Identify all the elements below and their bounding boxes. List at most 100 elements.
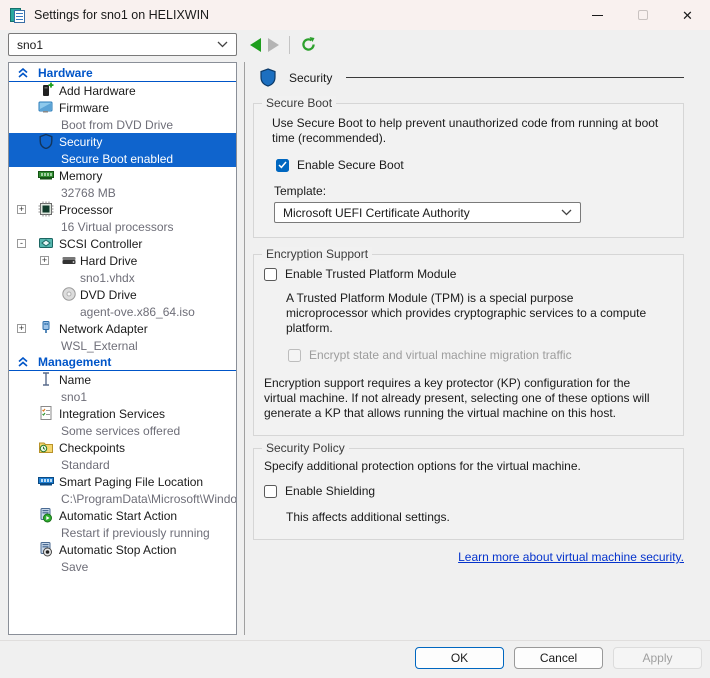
refresh-button[interactable] <box>300 36 317 53</box>
toolbar-separator <box>289 35 290 54</box>
tree-item-automatic-start-action[interactable]: Automatic Start Action <box>9 507 236 524</box>
tree-item-checkpoints[interactable]: Checkpoints <box>9 439 236 456</box>
tree-item-add-hardware[interactable]: Add Hardware <box>9 82 236 99</box>
tree-item-security-subtext[interactable]: Secure Boot enabled <box>9 150 236 167</box>
smart-paging-icon <box>38 473 54 489</box>
tree-expander[interactable]: + <box>40 256 49 265</box>
processor-icon <box>38 201 54 217</box>
chevron-down-icon <box>561 209 572 216</box>
add-hardware-icon <box>38 82 54 98</box>
checkbox-disabled-icon <box>288 348 301 362</box>
kp-note: Encryption support requires a key protec… <box>264 376 650 420</box>
name-icon <box>38 371 54 387</box>
header-rule <box>346 77 684 78</box>
template-label: Template: <box>274 184 327 198</box>
tree-item-integration-services[interactable]: Integration Services <box>9 405 236 422</box>
enable-shielding-label: Enable Shielding <box>285 484 376 498</box>
auto-start-icon <box>38 507 54 523</box>
enable-shielding-checkbox[interactable]: Enable Shielding <box>264 484 671 498</box>
minimize-button[interactable] <box>575 0 620 30</box>
footer-divider <box>0 640 710 641</box>
close-icon: ✕ <box>682 7 693 23</box>
panel-title: Security <box>289 70 333 85</box>
encrypt-state-checkbox: Encrypt state and virtual machine migrat… <box>288 348 671 362</box>
tree-item-automatic-stop-action-subtext[interactable]: Save <box>9 558 236 575</box>
tree-item-hard-drive-subtext[interactable]: sno1.vhdx <box>9 269 236 286</box>
tree-item-firmware[interactable]: Firmware <box>9 99 236 116</box>
tree-section-management[interactable]: Management <box>9 354 236 371</box>
security-policy-legend: Security Policy <box>262 441 349 455</box>
template-value: Microsoft UEFI Certificate Authority <box>283 205 470 220</box>
settings-tree: Hardware Add Hardware Firmware Boot from DV… <box>8 62 237 635</box>
apply-button: Apply <box>613 647 702 669</box>
title-bar: Settings for sno1 on HELIXWIN ✕ <box>0 0 710 30</box>
enable-tpm-label: Enable Trusted Platform Module <box>285 267 457 281</box>
security-policy-group: Security Policy Specify additional prote… <box>253 441 684 540</box>
enable-secure-boot-label: Enable Secure Boot <box>297 158 404 172</box>
tpm-description: A Trusted Platform Module (TPM) is a spe… <box>286 291 647 335</box>
secure-boot-group: Secure Boot Use Secure Boot to help prev… <box>253 96 684 238</box>
tree-item-integration-services-subtext[interactable]: Some services offered <box>9 422 236 439</box>
tree-item-memory-subtext[interactable]: 32768 MB <box>9 184 236 201</box>
security-shield-icon <box>260 68 276 87</box>
auto-stop-icon <box>38 541 54 557</box>
forward-button <box>268 37 279 52</box>
hard-drive-icon <box>61 252 77 268</box>
maximize-button <box>620 0 665 30</box>
tree-item-name[interactable]: Name <box>9 371 236 388</box>
security-settings-panel: Security Secure Boot Use Secure Boot to … <box>253 62 684 564</box>
tree-section-hardware[interactable]: Hardware <box>9 65 236 82</box>
dvd-drive-icon <box>61 286 77 302</box>
learn-more-link[interactable]: Learn more about virtual machine securit… <box>458 550 684 564</box>
secure-boot-description: Use Secure Boot to help prevent unauthor… <box>272 116 659 145</box>
tree-expander[interactable]: - <box>17 239 26 248</box>
tree-item-processor[interactable]: + Processor <box>9 201 236 218</box>
checkbox-unchecked-icon <box>264 267 277 281</box>
encrypt-state-label: Encrypt state and virtual machine migrat… <box>309 348 572 362</box>
memory-icon <box>38 167 54 183</box>
tree-item-memory[interactable]: Memory <box>9 167 236 184</box>
tree-item-scsi-controller[interactable]: - SCSI Controller <box>9 235 236 252</box>
network-adapter-icon <box>38 320 54 336</box>
vm-selector-dropdown[interactable]: sno1 <box>8 33 237 56</box>
close-button[interactable]: ✕ <box>665 0 710 30</box>
tree-item-automatic-stop-action[interactable]: Automatic Stop Action <box>9 541 236 558</box>
tree-item-smart-paging-file-location[interactable]: Smart Paging File Location <box>9 473 236 490</box>
checkbox-checked-icon <box>276 158 289 172</box>
minimize-icon <box>592 14 603 16</box>
tree-expander[interactable]: + <box>17 205 26 214</box>
tree-item-processor-subtext[interactable]: 16 Virtual processors <box>9 218 236 235</box>
template-dropdown[interactable]: Microsoft UEFI Certificate Authority <box>274 202 581 223</box>
ok-button[interactable]: OK <box>415 647 504 669</box>
tree-item-name-subtext[interactable]: sno1 <box>9 388 236 405</box>
back-button[interactable] <box>250 37 261 52</box>
enable-secure-boot-checkbox[interactable]: Enable Secure Boot <box>276 158 671 172</box>
cancel-button[interactable]: Cancel <box>514 647 603 669</box>
security-shield-icon <box>38 133 54 150</box>
tree-item-dvd-drive[interactable]: DVD Drive <box>9 286 236 303</box>
vm-selector-value: sno1 <box>17 37 44 52</box>
tree-item-smart-paging-file-location-subtext[interactable]: C:\ProgramData\Microsoft\Windo... <box>9 490 236 507</box>
tree-item-network-adapter[interactable]: + Network Adapter <box>9 320 236 337</box>
tree-item-firmware-subtext[interactable]: Boot from DVD Drive <box>9 116 236 133</box>
tree-item-network-adapter-subtext[interactable]: WSL_External <box>9 337 236 354</box>
integration-services-icon <box>38 405 54 421</box>
tree-item-checkpoints-subtext[interactable]: Standard <box>9 456 236 473</box>
tree-item-automatic-start-action-subtext[interactable]: Restart if previously running <box>9 524 236 541</box>
tree-item-dvd-drive-subtext[interactable]: agent-ove.x86_64.iso <box>9 303 236 320</box>
maximize-icon <box>637 10 648 20</box>
tree-item-security[interactable]: Security <box>9 133 236 150</box>
chevron-down-icon <box>217 41 228 48</box>
secure-boot-legend: Secure Boot <box>262 96 337 110</box>
chevron-double-up-icon <box>18 357 28 367</box>
checkpoints-icon <box>38 439 54 455</box>
enable-tpm-checkbox[interactable]: Enable Trusted Platform Module <box>264 267 671 281</box>
app-icon <box>10 7 26 23</box>
window-title: Settings for sno1 on HELIXWIN <box>34 8 210 22</box>
tree-expander[interactable]: + <box>17 324 26 333</box>
encryption-support-group: Encryption Support Enable Trusted Platfo… <box>253 247 684 436</box>
panel-divider <box>244 62 245 635</box>
tree-item-hard-drive[interactable]: + Hard Drive <box>9 252 236 269</box>
toolbar: sno1 <box>0 30 710 60</box>
policy-description: Specify additional protection options fo… <box>264 459 581 473</box>
